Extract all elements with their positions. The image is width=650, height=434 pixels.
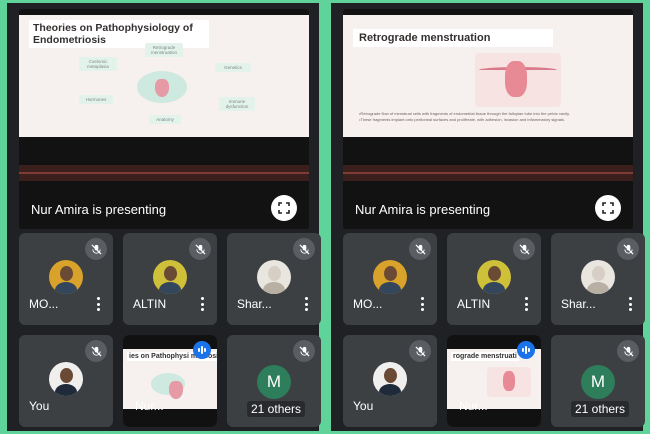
meeting-window-right: Retrograde menstruation Retrograde flow …	[331, 3, 645, 431]
participant-name: ALTIN	[457, 297, 491, 311]
slide: Retrograde menstruation Retrograde flow …	[343, 15, 633, 137]
diagram-node: Anatomy	[149, 115, 181, 124]
diagram-node: Retrograde menstruation	[145, 43, 183, 57]
mic-off-icon	[85, 238, 107, 260]
diagram-node: Coelomic metaplasia	[79, 57, 117, 71]
avatar	[373, 362, 407, 396]
uterus-illustration	[137, 71, 187, 103]
mic-off-icon	[409, 340, 431, 362]
more-options-icon[interactable]	[305, 297, 309, 311]
mic-off-icon	[189, 238, 211, 260]
presenting-label: Nur Amira is presenting	[355, 202, 491, 217]
fullscreen-icon	[278, 202, 290, 214]
avatar	[477, 260, 511, 294]
slide-title: Retrograde menstruation	[353, 29, 553, 47]
bullet-text: These fragments implant onto peritoneal …	[359, 117, 621, 123]
meeting-window-left: Theories on Pathophysiology of Endometri…	[7, 3, 321, 431]
presentation-view[interactable]: Retrograde menstruation Retrograde flow …	[343, 9, 633, 229]
participant-tile[interactable]: MO...	[19, 233, 113, 325]
anatomy-illustration	[475, 53, 561, 107]
slide-bullets: Retrograde flow of menstrual cells with …	[359, 111, 621, 123]
participant-name: MO...	[353, 297, 383, 311]
more-options-icon[interactable]	[97, 297, 101, 311]
participant-name: MO...	[29, 297, 59, 311]
mic-off-icon	[293, 238, 315, 260]
others-count: 21 others	[247, 401, 306, 417]
diagram-node: Hormones	[79, 95, 113, 104]
slide-toolbar	[343, 165, 633, 181]
participant-tile[interactable]: Shar...	[551, 233, 645, 325]
participant-tile[interactable]: You	[343, 335, 437, 427]
uterus-illustration	[151, 373, 185, 399]
participant-name: You	[29, 399, 50, 413]
avatar-initial: M	[257, 365, 291, 399]
mic-off-icon	[617, 238, 639, 260]
presenting-label: Nur Amira is presenting	[31, 202, 167, 217]
participant-tile[interactable]: ALTIN	[123, 233, 217, 325]
fullscreen-icon	[602, 202, 614, 214]
fullscreen-button[interactable]	[271, 195, 297, 221]
avatar	[581, 260, 615, 294]
others-count: 21 others	[571, 401, 630, 417]
others-tile[interactable]: M 21 others	[551, 335, 645, 427]
avatar	[373, 260, 407, 294]
presenter-tile[interactable]: rograde menstruati Nur...	[447, 335, 541, 427]
mic-off-icon	[513, 238, 535, 260]
others-tile[interactable]: M 21 others	[227, 335, 321, 427]
participant-tile[interactable]: Shar...	[227, 233, 321, 325]
more-options-icon[interactable]	[629, 297, 633, 311]
avatar-initial: M	[581, 365, 615, 399]
speaking-indicator-icon	[517, 341, 535, 359]
mic-off-icon	[409, 238, 431, 260]
presentation-view[interactable]: Theories on Pathophysiology of Endometri…	[19, 9, 309, 229]
anatomy-illustration	[487, 367, 531, 397]
mic-off-icon	[617, 340, 639, 362]
fullscreen-button[interactable]	[595, 195, 621, 221]
participant-name: Shar...	[237, 297, 272, 311]
mic-off-icon	[85, 340, 107, 362]
participant-name: You	[353, 399, 374, 413]
participant-name: Nur...	[459, 399, 488, 413]
participant-name: Shar...	[561, 297, 596, 311]
more-options-icon[interactable]	[421, 297, 425, 311]
avatar	[49, 260, 83, 294]
slide: Theories on Pathophysiology of Endometri…	[19, 15, 309, 137]
mic-off-icon	[293, 340, 315, 362]
avatar	[153, 260, 187, 294]
more-options-icon[interactable]	[525, 297, 529, 311]
slide-toolbar	[19, 165, 309, 181]
avatar	[49, 362, 83, 396]
participant-tile[interactable]: MO...	[343, 233, 437, 325]
more-options-icon[interactable]	[201, 297, 205, 311]
participant-name: Nur...	[135, 399, 164, 413]
speaking-indicator-icon	[193, 341, 211, 359]
mini-slide-title: rograde menstruati	[451, 352, 519, 361]
presenter-tile[interactable]: ies on Pathophysi metriosis Nur...	[123, 335, 217, 427]
avatar	[257, 260, 291, 294]
participant-tile[interactable]: You	[19, 335, 113, 427]
diagram-node: Genetics	[215, 63, 251, 72]
participant-name: ALTIN	[133, 297, 167, 311]
diagram-node: Immune dysfunction	[219, 97, 255, 111]
participant-tile[interactable]: ALTIN	[447, 233, 541, 325]
